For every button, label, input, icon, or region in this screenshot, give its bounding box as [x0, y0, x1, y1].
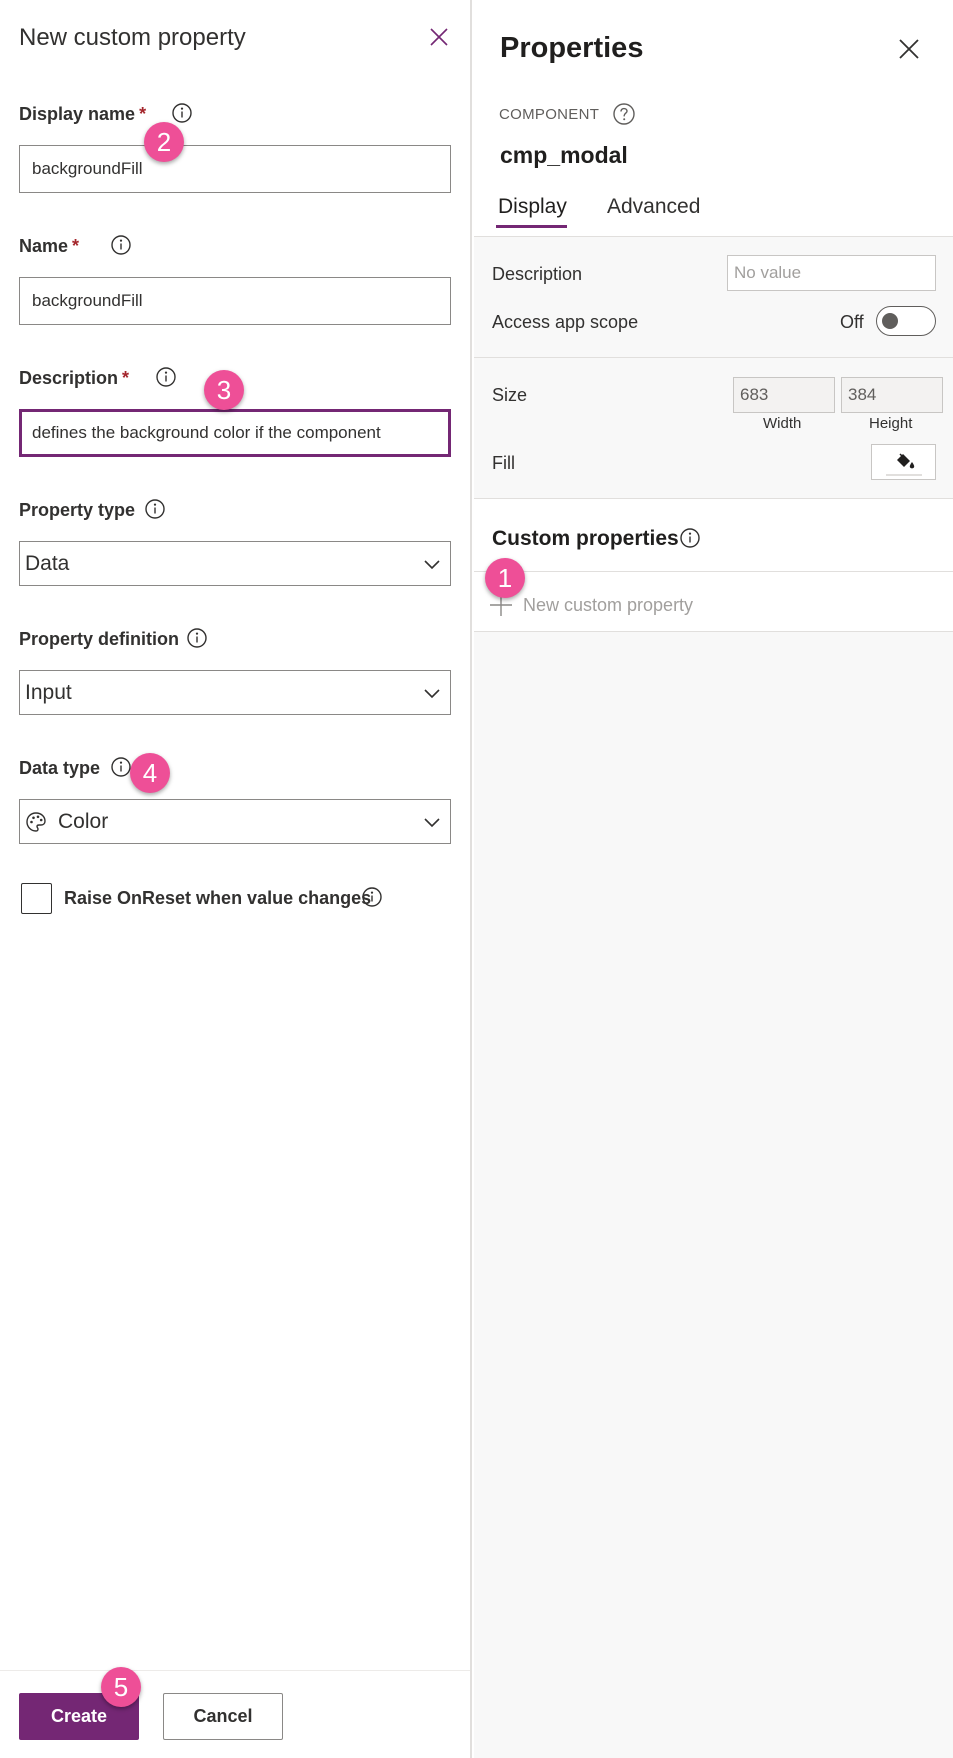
description-label: Description *	[19, 368, 130, 388]
data-type-value: Color	[58, 810, 109, 833]
property-definition-value: Input	[25, 681, 72, 704]
toggle-knob	[882, 313, 898, 329]
description-label: Description	[492, 264, 583, 284]
cancel-button[interactable]: Cancel	[163, 1693, 283, 1740]
properties-panel: Properties COMPONENT cmp_modal Display A…	[474, 0, 953, 1758]
property-type-value: Data	[25, 552, 70, 575]
new-custom-property-button[interactable]: New custom property	[488, 590, 693, 620]
divider	[474, 571, 953, 572]
chevron-down-icon	[424, 560, 440, 570]
fill-label: Fill	[492, 453, 515, 473]
display-name-input[interactable]: backgroundFill	[19, 145, 451, 193]
width-label: Width	[763, 415, 802, 432]
info-icon[interactable]	[155, 366, 177, 388]
display-name-label: Display name *	[19, 104, 147, 124]
paint-bucket-icon	[897, 453, 915, 469]
property-definition-dropdown[interactable]: Input	[19, 670, 451, 715]
info-icon[interactable]	[361, 886, 383, 908]
step-badge-5: 5	[101, 1667, 141, 1707]
help-icon[interactable]	[612, 102, 636, 126]
fill-color-bar	[886, 474, 922, 476]
step-badge-2: 2	[144, 122, 184, 162]
divider	[474, 631, 953, 632]
step-badge-1: 1	[485, 558, 525, 598]
component-kicker: COMPONENT	[499, 106, 600, 123]
info-icon[interactable]	[679, 527, 701, 549]
component-name: cmp_modal	[500, 142, 628, 168]
active-tab-indicator	[496, 225, 567, 228]
description-input[interactable]: No value	[727, 255, 936, 291]
step-badge-3: 3	[204, 370, 244, 410]
new-custom-property-label: New custom property	[523, 594, 694, 615]
height-label: Height	[869, 415, 913, 432]
info-icon[interactable]	[186, 627, 208, 649]
close-icon[interactable]	[894, 34, 924, 64]
panel-title: New custom property	[19, 24, 246, 51]
tab-display[interactable]: Display	[498, 195, 567, 219]
width-input[interactable]: 683	[733, 377, 835, 413]
access-app-scope-label: Access app scope	[492, 312, 639, 332]
info-icon[interactable]	[110, 234, 132, 256]
info-icon[interactable]	[110, 756, 132, 778]
access-app-scope-toggle[interactable]	[876, 306, 936, 336]
close-icon[interactable]	[424, 22, 454, 52]
name-input[interactable]: backgroundFill	[19, 277, 451, 325]
description-input[interactable]: defines the background color if the comp…	[19, 409, 451, 457]
new-custom-property-panel: New custom property Display name * backgr…	[0, 0, 472, 1758]
raise-onreset-label: Raise OnReset when value changes	[64, 888, 372, 908]
size-label: Size	[492, 385, 528, 405]
height-input[interactable]: 384	[841, 377, 943, 413]
divider	[474, 236, 953, 237]
fill-color-picker[interactable]	[871, 444, 936, 480]
property-type-dropdown[interactable]: Data	[19, 541, 451, 586]
info-icon[interactable]	[144, 498, 166, 520]
property-definition-label: Property definition	[19, 629, 180, 649]
name-label: Name *	[19, 236, 80, 256]
chevron-down-icon	[424, 689, 440, 699]
data-type-label: Data type	[19, 758, 101, 778]
custom-properties-title: Custom properties	[492, 527, 679, 550]
raise-onreset-checkbox[interactable]	[21, 883, 52, 914]
property-type-label: Property type	[19, 500, 136, 520]
panel-title: Properties	[500, 32, 644, 64]
data-type-dropdown[interactable]: Color	[19, 799, 451, 844]
step-badge-4: 4	[130, 753, 170, 793]
footer-divider	[0, 1670, 470, 1671]
divider	[474, 357, 953, 358]
tab-advanced[interactable]: Advanced	[607, 195, 700, 219]
chevron-down-icon	[424, 818, 440, 828]
info-icon[interactable]	[171, 102, 193, 124]
toggle-state-text: Off	[840, 312, 864, 332]
palette-icon	[26, 812, 46, 832]
